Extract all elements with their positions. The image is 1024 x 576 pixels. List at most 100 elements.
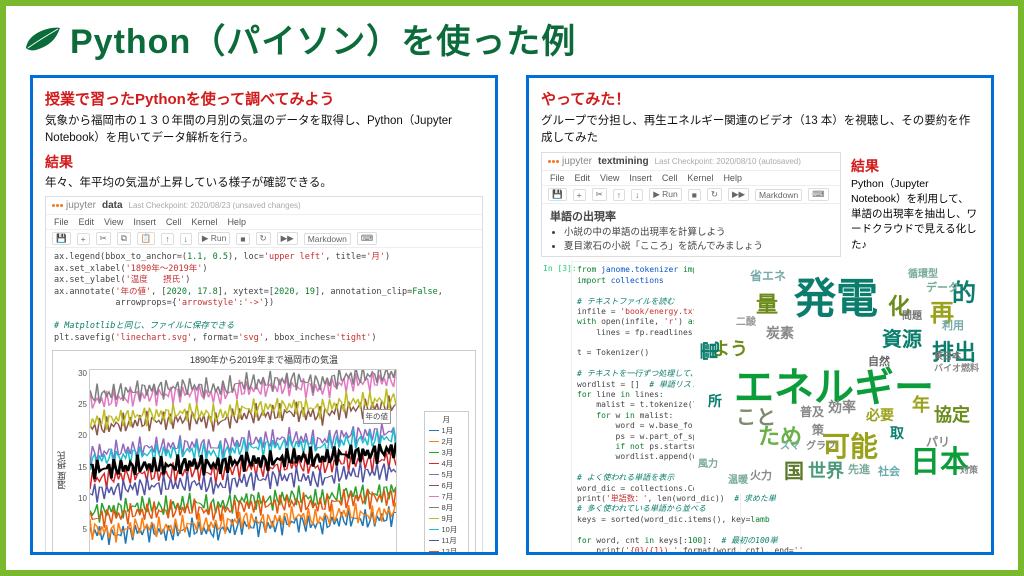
in-prompt: In [3]: bbox=[543, 264, 577, 273]
chart-plot-area bbox=[89, 369, 397, 555]
notebook-menu: File Edit View Insert Cell Kernel Help bbox=[46, 215, 482, 230]
menu-item[interactable]: Cell bbox=[662, 173, 678, 183]
left-result-label: 結果 bbox=[45, 152, 483, 172]
line-chart: 1890年から2019年まで福岡市の気温 温度 摂氏 302520151050 … bbox=[52, 350, 476, 555]
wordcloud-word: データ bbox=[926, 279, 959, 295]
chart-annotation: 年の値 bbox=[363, 409, 392, 424]
left-panel: 授業で習ったPythonを使って調べてみよう 気象から福岡市の１３０年間の月別の… bbox=[30, 75, 498, 555]
menu-item[interactable]: File bbox=[54, 217, 69, 227]
run-button[interactable]: ▶ Run bbox=[198, 232, 231, 245]
wordcloud-word: 策 bbox=[812, 421, 824, 438]
wordcloud-word: 循環型 bbox=[908, 265, 938, 280]
wordcloud-word: 炭素 bbox=[766, 323, 794, 343]
right-result-label: 結果 bbox=[851, 156, 979, 176]
stop-icon[interactable]: ■ bbox=[688, 189, 701, 201]
notebook-menu: File Edit View Insert Cell Kernel Help bbox=[542, 171, 840, 186]
paste-icon[interactable]: 📋 bbox=[137, 232, 156, 245]
copy-icon[interactable]: ⧉ bbox=[117, 232, 131, 245]
menu-item[interactable]: Cell bbox=[166, 217, 182, 227]
save-icon[interactable]: 💾 bbox=[548, 188, 567, 201]
wordcloud-word: 社会 bbox=[878, 463, 900, 479]
cut-icon[interactable]: ✂ bbox=[592, 188, 607, 201]
menu-item[interactable]: Edit bbox=[79, 217, 95, 227]
left-lead: 気象から福岡市の１３０年間の月別の気温のデータを取得し、Python（Jupyt… bbox=[45, 113, 483, 146]
wordcloud-word: 省エネ bbox=[750, 267, 786, 284]
left-result-text: 年々、年平均の気温が上昇している様子が確認できる。 bbox=[45, 174, 483, 190]
run-button[interactable]: ▶ Run bbox=[649, 188, 682, 201]
wordcloud-word: 二酸 bbox=[736, 313, 756, 328]
notebook-header: jupyter data Last Checkpoint: 2020/08/23… bbox=[46, 197, 482, 215]
restart-icon[interactable]: ↻ bbox=[256, 232, 271, 245]
wordcloud-word: 必要 bbox=[866, 405, 894, 425]
wordcloud-word: 年 bbox=[912, 391, 930, 417]
menu-item[interactable]: Kernel bbox=[687, 173, 713, 183]
md-bullet: 小説の中の単語の出現率を計算しよう bbox=[564, 224, 832, 238]
notebook-header: jupyter textmining Last Checkpoint: 2020… bbox=[542, 153, 840, 171]
down-icon[interactable]: ↓ bbox=[180, 233, 192, 245]
wordcloud-word: 火力 bbox=[750, 467, 772, 483]
jupyter-logo: jupyter bbox=[548, 156, 592, 167]
menu-item[interactable]: Insert bbox=[629, 173, 652, 183]
keyboard-icon[interactable]: ⌨ bbox=[808, 188, 828, 201]
menu-item[interactable]: Edit bbox=[575, 173, 591, 183]
wordcloud-word: 温暖 bbox=[728, 471, 748, 486]
chart-yticks: 302520151050 bbox=[73, 369, 87, 555]
up-icon[interactable]: ↑ bbox=[161, 233, 173, 245]
wordcloud-word: パリ bbox=[926, 433, 950, 450]
chart-title: 1890年から2019年まで福岡市の気温 bbox=[53, 353, 475, 366]
keyboard-icon[interactable]: ⌨ bbox=[357, 232, 377, 245]
right-lead: グループで分担し、再生エネルギー関連のビデオ（13 本）を視聴し、その要約を作成… bbox=[541, 113, 979, 146]
wordcloud-word: 取 bbox=[890, 423, 904, 443]
notebook-checkpoint: Last Checkpoint: 2020/08/10 (autosaved) bbox=[655, 157, 801, 166]
wordcloud-word: 問題 bbox=[902, 307, 922, 322]
restart-icon[interactable]: ↻ bbox=[707, 188, 722, 201]
wordcloud-word: 電 bbox=[694, 341, 723, 361]
celltype-dropdown[interactable]: Markdown bbox=[755, 189, 802, 201]
add-icon[interactable]: + bbox=[573, 189, 586, 201]
jupyter-logo: jupyter bbox=[52, 200, 96, 211]
wordcloud-word: 世界 bbox=[808, 457, 844, 483]
menu-item[interactable]: Kernel bbox=[191, 217, 217, 227]
wordcloud-word: 量 bbox=[756, 287, 778, 319]
wordcloud-word: 風力 bbox=[698, 455, 718, 470]
celltype-dropdown[interactable]: Markdown bbox=[304, 233, 351, 245]
down-icon[interactable]: ↓ bbox=[631, 189, 643, 201]
cut-icon[interactable]: ✂ bbox=[96, 232, 111, 245]
title-row: Python（パイソン）を使った例 bbox=[6, 6, 1018, 67]
chart-ylabel: 温度 摂氏 bbox=[55, 451, 68, 490]
wordcloud-word: バイオ燃料 bbox=[934, 361, 979, 374]
notebook-checkpoint: Last Checkpoint: 2020/08/23 (unsaved cha… bbox=[129, 201, 301, 210]
md-title: 単語の出現率 bbox=[550, 208, 832, 224]
wordcloud-word: 国 bbox=[784, 455, 804, 484]
up-icon[interactable]: ↑ bbox=[613, 189, 625, 201]
wordcloud-word: 対策 bbox=[960, 463, 978, 476]
chart-legend: 月1月2月3月4月5月6月7月8月9月10月11月12月年の値 bbox=[424, 411, 470, 555]
right-panel: やってみた！ グループで分担し、再生エネルギー関連のビデオ（13 本）を視聴し、… bbox=[526, 75, 994, 555]
menu-item[interactable]: Help bbox=[227, 217, 246, 227]
right-result-text: Python（Jupyter Notebook）を利用して、単語の出現率を抽出し… bbox=[851, 177, 979, 253]
wordcloud-word: グラフ bbox=[806, 437, 836, 452]
menu-item[interactable]: File bbox=[550, 173, 565, 183]
jupyter-notebook-right: jupyter textmining Last Checkpoint: 2020… bbox=[541, 152, 841, 257]
menu-item[interactable]: Insert bbox=[133, 217, 156, 227]
left-heading: 授業で習ったPythonを使って調べてみよう bbox=[45, 88, 483, 109]
forward-icon[interactable]: ▶▶ bbox=[728, 188, 749, 201]
save-icon[interactable]: 💾 bbox=[52, 232, 71, 245]
notebook-toolbar: 💾 + ✂ ⧉ 📋 ↑ ↓ ▶ Run ■ ↻ ▶▶ Markdown ⌨ bbox=[46, 230, 482, 248]
markdown-cell: 単語の出現率 小説の中の単語の出現率を計算しよう夏目漱石の小説「こころ」を読んで… bbox=[542, 204, 840, 256]
menu-item[interactable]: View bbox=[600, 173, 619, 183]
wordcloud-word: 先進 bbox=[848, 461, 870, 477]
menu-item[interactable]: Help bbox=[723, 173, 742, 183]
forward-icon[interactable]: ▶▶ bbox=[277, 232, 298, 245]
stop-icon[interactable]: ■ bbox=[236, 233, 249, 245]
wordcloud-word: 資源 bbox=[882, 323, 922, 352]
wordcloud-word: 効率 bbox=[828, 397, 856, 417]
wordcloud-word: 自然 bbox=[868, 353, 890, 369]
leaf-icon bbox=[22, 24, 62, 54]
wordcloud-word: スマ bbox=[780, 437, 800, 452]
menu-item[interactable]: View bbox=[104, 217, 123, 227]
notebook-name: textmining bbox=[598, 156, 649, 167]
add-icon[interactable]: + bbox=[77, 233, 90, 245]
notebook-toolbar: 💾 + ✂ ↑ ↓ ▶ Run ■ ↻ ▶▶ Markdown ⌨ bbox=[542, 186, 840, 204]
wordcloud-word: 普及 bbox=[800, 403, 824, 420]
